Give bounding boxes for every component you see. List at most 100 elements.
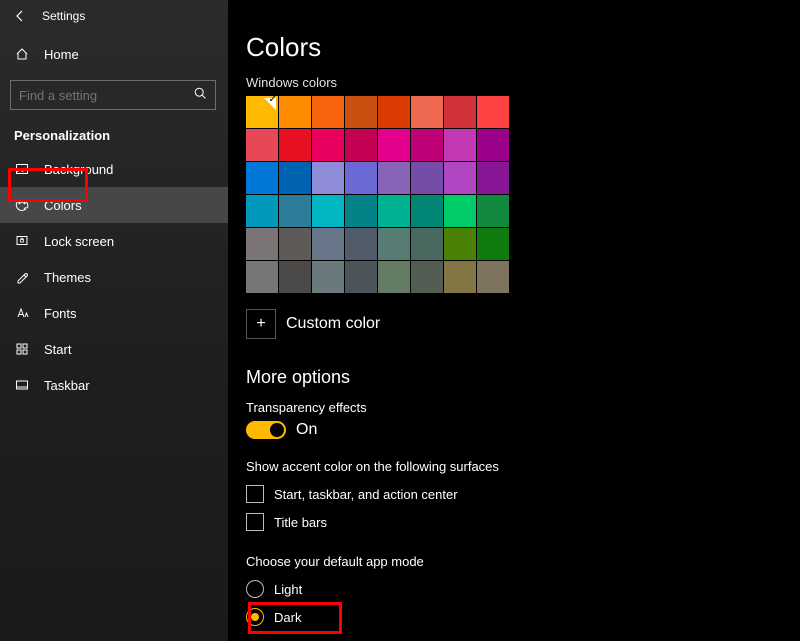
color-swatch[interactable] <box>345 261 377 293</box>
color-swatch[interactable] <box>411 195 443 227</box>
color-swatch[interactable] <box>378 228 410 260</box>
color-swatch[interactable] <box>312 261 344 293</box>
colors-icon <box>14 197 30 213</box>
color-swatch[interactable] <box>345 162 377 194</box>
checkbox-icon <box>246 485 264 503</box>
color-swatch[interactable] <box>477 96 509 128</box>
windows-colors-label: Windows colors <box>246 75 786 90</box>
color-swatch[interactable] <box>345 129 377 161</box>
color-swatch[interactable] <box>477 228 509 260</box>
color-swatch[interactable] <box>246 228 278 260</box>
color-swatch[interactable] <box>246 162 278 194</box>
color-swatch[interactable] <box>444 228 476 260</box>
color-swatch[interactable] <box>345 195 377 227</box>
sidebar-item-label: Fonts <box>44 306 77 321</box>
color-swatch[interactable] <box>279 129 311 161</box>
app-mode-light-label: Light <box>274 582 302 597</box>
app-mode-dark[interactable]: Dark <box>246 603 786 631</box>
color-swatch[interactable] <box>279 96 311 128</box>
category-header: Personalization <box>0 116 228 151</box>
search-icon <box>194 87 207 103</box>
sidebar-item-background[interactable]: Background <box>0 151 228 187</box>
surface-option-titlebars-label: Title bars <box>274 515 327 530</box>
app-mode-light[interactable]: Light <box>246 575 786 603</box>
surfaces-label: Show accent color on the following surfa… <box>246 459 786 474</box>
sidebar-item-lockscreen[interactable]: Lock screen <box>0 223 228 259</box>
color-swatch[interactable] <box>477 261 509 293</box>
color-swatch[interactable] <box>444 261 476 293</box>
transparency-toggle[interactable] <box>246 421 286 439</box>
search-box[interactable] <box>10 80 216 110</box>
color-swatch[interactable] <box>411 129 443 161</box>
color-swatch[interactable] <box>312 162 344 194</box>
color-swatch[interactable] <box>345 228 377 260</box>
color-swatch[interactable] <box>444 129 476 161</box>
checkbox-icon <box>246 513 264 531</box>
sidebar-item-colors[interactable]: Colors <box>0 187 228 223</box>
color-swatch[interactable] <box>279 195 311 227</box>
custom-color-button[interactable]: + Custom color <box>246 309 786 339</box>
color-swatch[interactable] <box>312 96 344 128</box>
settings-sidebar: Settings Home Personalization Background… <box>0 0 228 641</box>
surface-option-titlebars[interactable]: Title bars <box>246 508 786 536</box>
color-swatch[interactable] <box>411 228 443 260</box>
color-swatch[interactable] <box>246 96 278 128</box>
color-swatch[interactable] <box>378 162 410 194</box>
home-icon <box>14 46 30 62</box>
surface-option-start-label: Start, taskbar, and action center <box>274 487 458 502</box>
radio-icon <box>246 608 264 626</box>
sidebar-item-taskbar[interactable]: Taskbar <box>0 367 228 403</box>
color-swatch[interactable] <box>444 162 476 194</box>
search-input[interactable] <box>19 88 189 103</box>
color-swatch[interactable] <box>246 261 278 293</box>
color-swatch[interactable] <box>312 195 344 227</box>
color-swatch[interactable] <box>312 129 344 161</box>
color-swatch[interactable] <box>279 162 311 194</box>
transparency-label: Transparency effects <box>246 400 786 415</box>
main-panel: Colors Windows colors + Custom color Mor… <box>246 32 786 631</box>
sidebar-item-fonts[interactable]: Fonts <box>0 295 228 331</box>
search-row <box>0 72 228 116</box>
sidebar-item-label: Themes <box>44 270 91 285</box>
sidebar-item-label: Start <box>44 342 71 357</box>
fonts-icon <box>14 305 30 321</box>
color-swatch[interactable] <box>279 228 311 260</box>
color-swatch[interactable] <box>477 195 509 227</box>
home-nav[interactable]: Home <box>0 36 228 72</box>
color-swatch[interactable] <box>345 96 377 128</box>
sidebar-item-label: Colors <box>44 198 82 213</box>
background-icon <box>14 161 30 177</box>
radio-icon <box>246 580 264 598</box>
color-swatch[interactable] <box>378 129 410 161</box>
color-swatch[interactable] <box>378 261 410 293</box>
sidebar-item-themes[interactable]: Themes <box>0 259 228 295</box>
taskbar-icon <box>14 377 30 393</box>
color-swatch[interactable] <box>246 129 278 161</box>
color-swatch[interactable] <box>477 129 509 161</box>
color-swatch[interactable] <box>312 228 344 260</box>
color-swatch[interactable] <box>444 96 476 128</box>
color-swatch[interactable] <box>246 195 278 227</box>
custom-color-label: Custom color <box>286 315 380 333</box>
transparency-state: On <box>296 421 317 439</box>
color-swatch[interactable] <box>378 195 410 227</box>
sidebar-item-label: Lock screen <box>44 234 114 249</box>
lockscreen-icon <box>14 233 30 249</box>
color-swatch[interactable] <box>279 261 311 293</box>
app-mode-label: Choose your default app mode <box>246 554 786 569</box>
color-swatch[interactable] <box>411 162 443 194</box>
window-title: Settings <box>42 9 85 23</box>
color-swatch[interactable] <box>477 162 509 194</box>
back-icon[interactable] <box>14 9 28 23</box>
color-swatch[interactable] <box>444 195 476 227</box>
more-options-heading: More options <box>246 367 786 388</box>
surface-option-start[interactable]: Start, taskbar, and action center <box>246 480 786 508</box>
nav-list: Background Colors Lock screen Themes Fonts St… <box>0 151 228 403</box>
transparency-toggle-row: On <box>246 421 786 439</box>
color-swatch[interactable] <box>411 96 443 128</box>
sidebar-item-label: Taskbar <box>44 378 90 393</box>
home-label: Home <box>44 47 79 62</box>
color-swatch[interactable] <box>411 261 443 293</box>
sidebar-item-start[interactable]: Start <box>0 331 228 367</box>
color-swatch[interactable] <box>378 96 410 128</box>
